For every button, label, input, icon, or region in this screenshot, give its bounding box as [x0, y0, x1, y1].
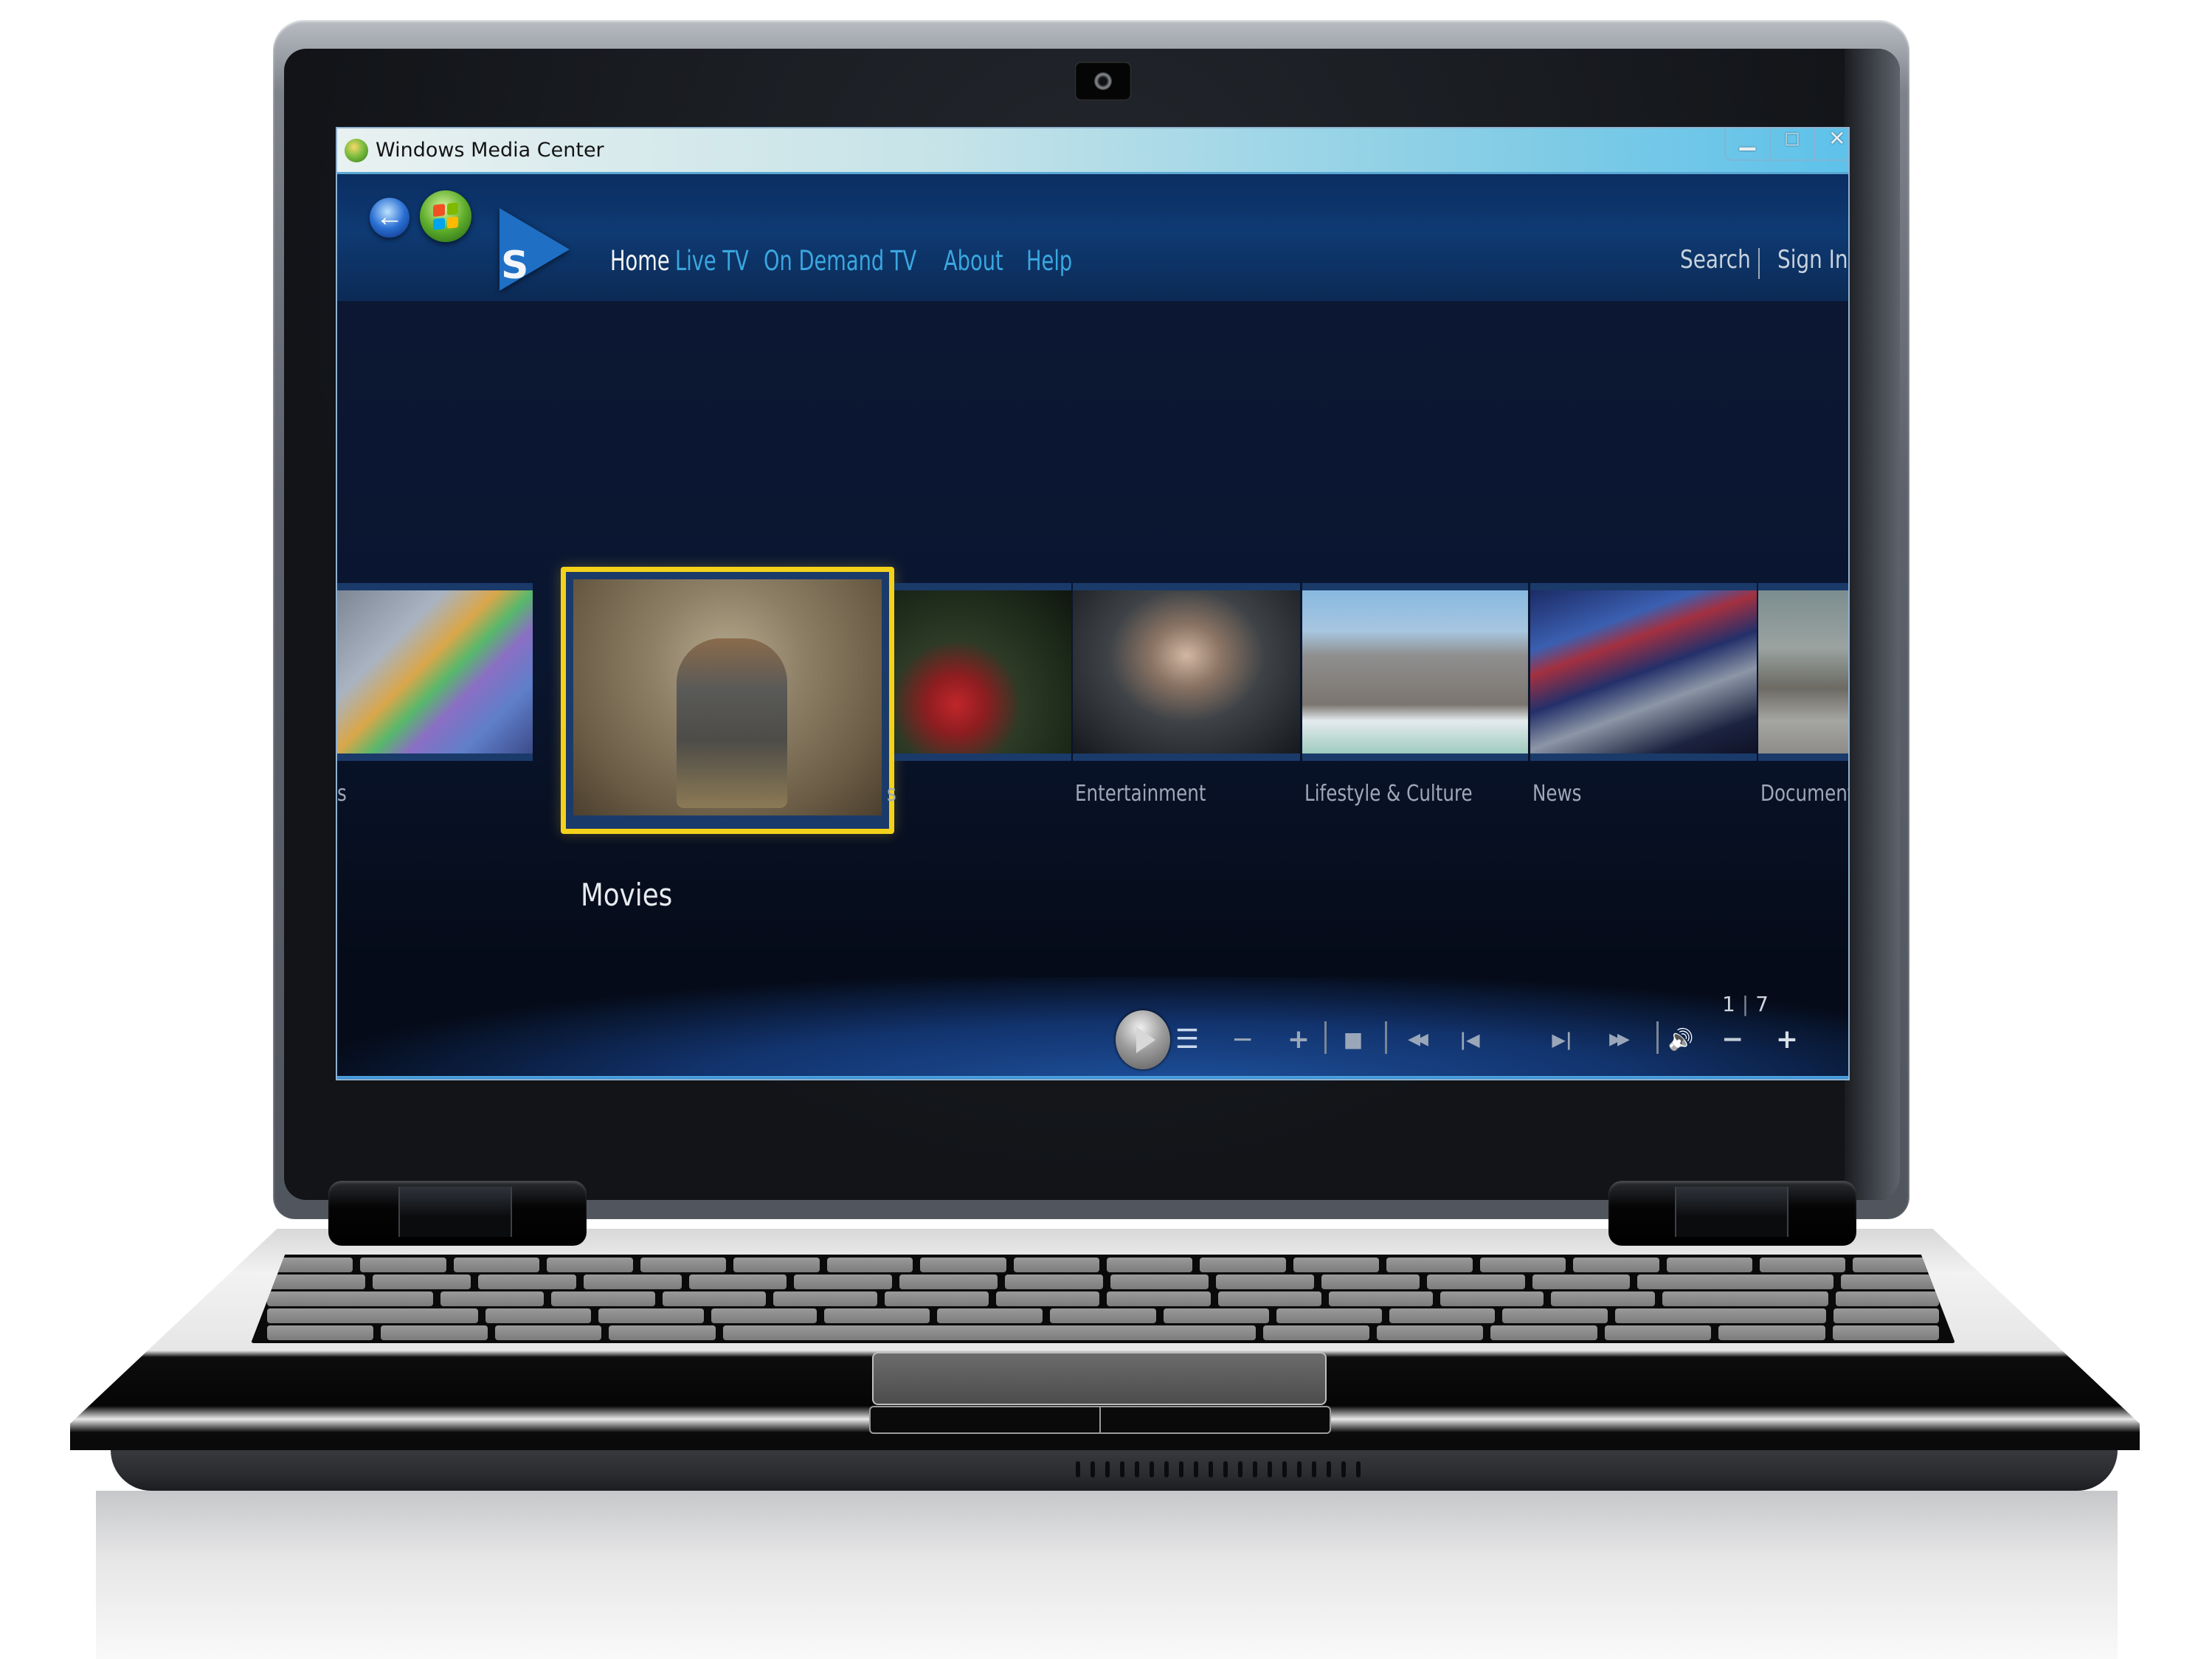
touchpad-left-button[interactable] [871, 1407, 1101, 1432]
transport-accent-line [337, 1076, 1848, 1079]
carousel-item-entertainment[interactable] [1073, 583, 1300, 761]
page-counter: 1 | 7 [1722, 992, 1769, 1016]
carousel-label-kids: s [337, 781, 347, 807]
carousel-item-kids[interactable] [337, 583, 533, 761]
movies-thumbnail [573, 579, 882, 815]
header-divider [1758, 248, 1760, 279]
surface-reflection [96, 1491, 2118, 1659]
skip-back-icon[interactable]: |◀ [1454, 1025, 1486, 1055]
bezel-edge [1845, 49, 1900, 1200]
rewind-icon[interactable]: ◀◀ [1397, 1025, 1434, 1055]
maximize-button[interactable]: □ [1771, 128, 1816, 159]
minimize-button[interactable]: ▁ [1726, 128, 1771, 159]
carousel-item-sports[interactable] [894, 583, 1071, 761]
touchpad-right-button[interactable] [1101, 1407, 1330, 1432]
channel-down-icon[interactable]: − [1231, 1025, 1254, 1055]
windows-start-orb-icon[interactable] [420, 190, 471, 242]
left-hinge [328, 1181, 587, 1246]
windows-flag-icon [433, 202, 458, 230]
webcam [1075, 62, 1131, 100]
speaker-vents [1076, 1461, 1489, 1477]
search-link[interactable]: Search [1680, 245, 1751, 275]
nav-live-tv[interactable]: Live TV [675, 245, 749, 277]
app-header: ← S Home Live TV On Demand TV About Help… [337, 174, 1848, 301]
page-total: 7 [1755, 992, 1769, 1016]
touchpad-buttons [869, 1406, 1331, 1434]
carousel-label-lifestyle-culture: Lifestyle & Culture [1304, 781, 1473, 807]
sky-logo-letter: S [501, 244, 529, 288]
volume-icon[interactable]: 🔊 [1665, 1025, 1696, 1055]
nav-home[interactable]: Home [610, 245, 670, 277]
skip-forward-icon[interactable]: ▶| [1546, 1025, 1578, 1055]
key-row [251, 1308, 1955, 1323]
stop-icon[interactable]: ■ [1342, 1025, 1364, 1055]
nav-about[interactable]: About [944, 245, 1003, 277]
transport-divider [1656, 1021, 1659, 1054]
back-arrow-icon[interactable]: ← [370, 198, 409, 238]
carousel-label-entertainment: Entertainment [1075, 781, 1206, 807]
carousel-label-sports: s [887, 781, 896, 807]
window-title: Windows Media Center [376, 139, 604, 162]
page-current: 1 [1722, 992, 1735, 1016]
media-center-logo-icon [345, 139, 368, 162]
sign-in-link[interactable]: Sign In [1777, 245, 1848, 275]
key-row [251, 1258, 1955, 1272]
screen: Windows Media Center ▁ □ ✕ ← S Home Live… [336, 127, 1850, 1080]
selected-category-title: Movies [581, 877, 673, 913]
nav-help[interactable]: Help [1026, 245, 1072, 277]
carousel-item-news[interactable] [1530, 583, 1757, 761]
window-titlebar: Windows Media Center ▁ □ ✕ [337, 128, 1848, 174]
key-row [251, 1275, 1955, 1289]
transport-divider [1385, 1021, 1387, 1054]
play-icon [1136, 1027, 1155, 1053]
close-button[interactable]: ✕ [1815, 128, 1848, 159]
keyboard [251, 1255, 1955, 1343]
carousel-item-movies-selected[interactable] [561, 567, 894, 834]
content-area: s s Movies Entertainment Lifestyle & Cul… [337, 301, 1848, 1079]
key-row [251, 1291, 1955, 1306]
webcam-lens-icon [1094, 72, 1112, 90]
window-controls: ▁ □ ✕ [1724, 128, 1848, 161]
carousel-item-documentaries[interactable] [1758, 583, 1848, 761]
guide-list-icon[interactable]: ☰ [1174, 1025, 1200, 1055]
transport-divider [1324, 1021, 1327, 1054]
carousel-label-news: News [1532, 781, 1582, 807]
carousel-item-lifestyle-culture[interactable] [1302, 583, 1528, 761]
nav-on-demand-tv[interactable]: On Demand TV [764, 245, 916, 277]
touchpad[interactable] [872, 1352, 1327, 1405]
channel-up-icon[interactable]: + [1286, 1025, 1311, 1055]
right-hinge [1608, 1181, 1856, 1246]
movie-figure [677, 638, 787, 808]
play-button[interactable] [1116, 1010, 1170, 1069]
fast-forward-icon[interactable]: ▶▶ [1599, 1025, 1636, 1055]
volume-up-icon[interactable]: + [1774, 1025, 1800, 1055]
key-row [251, 1325, 1955, 1340]
carousel-label-documentaries: Documentar [1760, 781, 1848, 807]
volume-down-icon[interactable]: − [1721, 1025, 1743, 1055]
